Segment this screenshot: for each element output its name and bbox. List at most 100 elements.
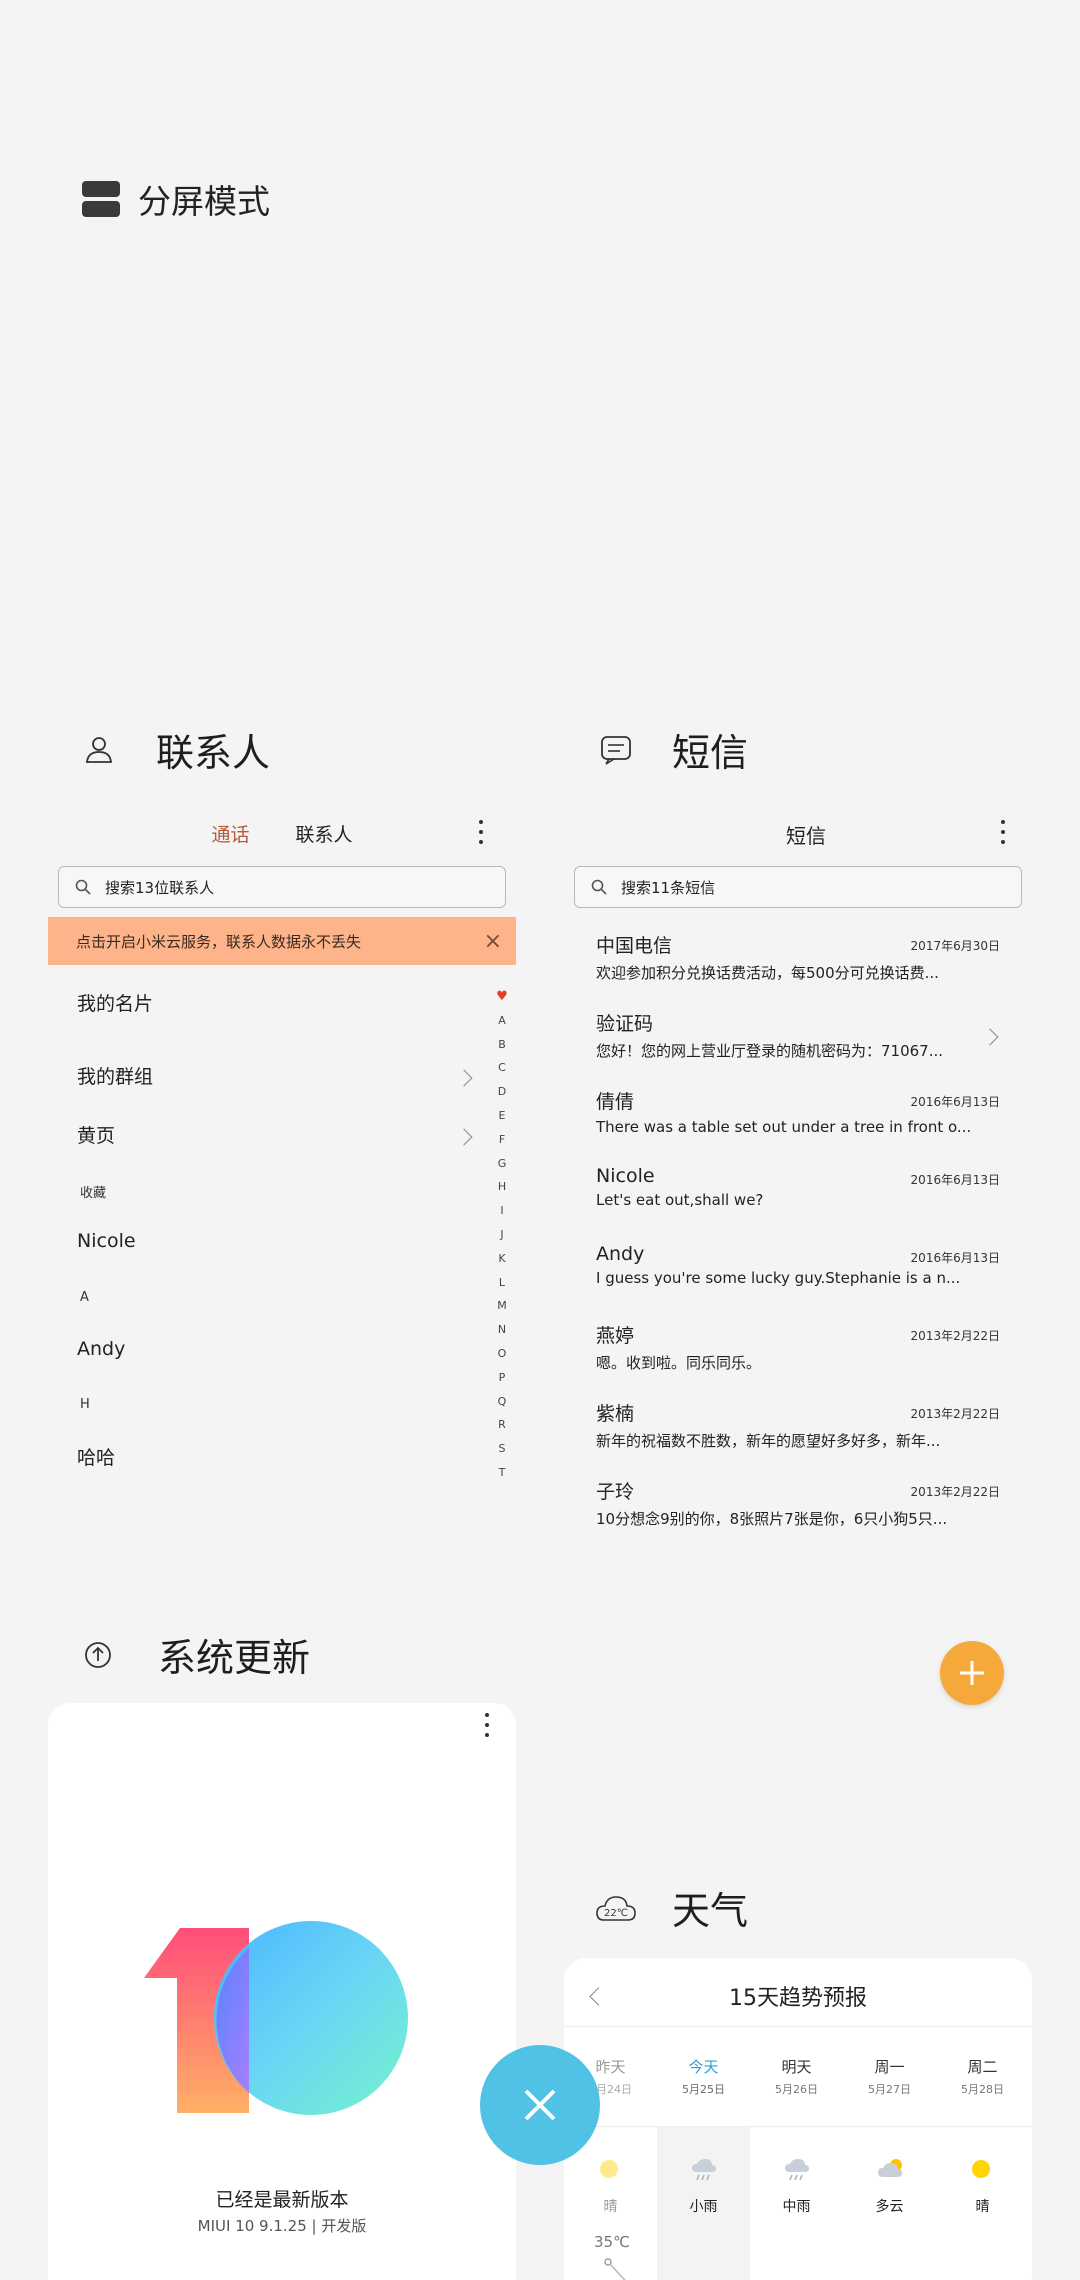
alpha-index-letter[interactable]: J	[492, 1223, 512, 1247]
contacts-more-icon[interactable]	[478, 820, 484, 844]
rain-icon	[691, 2158, 717, 2186]
my-groups-item[interactable]: 我的群组	[77, 1062, 153, 1089]
sms-window: 短信 搜索11条短信 中国电信 2017年6月30日 欢迎参加积分兑换话费活动，每5…	[572, 790, 1040, 1540]
banner-text: 点击开启小米云服务，联系人数据永不丢失	[76, 932, 362, 951]
alpha-index-favorites[interactable]: ♥	[492, 985, 512, 1009]
day-label: 周二	[967, 2058, 998, 2076]
message-preview: 欢迎参加积分兑换话费活动，每500分可兑换话费...	[596, 964, 939, 982]
alpha-index-letter[interactable]: M	[492, 1294, 512, 1318]
contact-item[interactable]: Andy	[77, 1338, 125, 1360]
day-date: 5月26日	[775, 2083, 818, 2096]
alpha-index-letter[interactable]: I	[492, 1199, 512, 1223]
day-date: 5月27日	[868, 2083, 911, 2096]
alpha-index-letter[interactable]: F	[492, 1128, 512, 1152]
forecast-day-header[interactable]: 明天 5月26日	[750, 2056, 843, 2097]
sms-app-title[interactable]: 短信	[600, 722, 748, 777]
message-date: 2013年2月22日	[910, 1485, 1000, 1499]
message-item[interactable]: 倩倩 2016年6月13日 There was a table set out un…	[596, 1087, 1000, 1136]
alpha-index-letter[interactable]: D	[492, 1080, 512, 1104]
message-item[interactable]: 子玲 2013年2月22日 10分想念9别的你，8张照片7张是你，6只小狗5只...	[596, 1477, 1000, 1529]
message-date: 2013年2月22日	[910, 1407, 1000, 1421]
alpha-index-letter[interactable]: L	[492, 1271, 512, 1295]
message-preview: I guess you're some lucky guy.Stephanie …	[596, 1269, 961, 1287]
close-split-button[interactable]	[480, 2045, 600, 2165]
message-item[interactable]: 中国电信 2017年6月30日 欢迎参加积分兑换话费活动，每500分可兑换话费...	[596, 931, 1000, 983]
alpha-index-letter[interactable]: R	[492, 1413, 512, 1437]
alpha-index-letter[interactable]: G	[492, 1152, 512, 1176]
sms-title-label: 短信	[672, 731, 749, 775]
weather-app-title[interactable]: 22℃ 天气	[596, 1880, 748, 1935]
chevron-right-icon	[455, 1069, 473, 1087]
message-date: 2013年2月22日	[910, 1329, 1000, 1343]
message-item[interactable]: 燕婷 2013年2月22日 嗯。收到啦。同乐同乐。	[596, 1321, 1000, 1373]
weather-condition: 中雨	[782, 2199, 811, 2215]
day-date: 5月28日	[961, 2083, 1004, 2096]
contacts-app-title[interactable]: 联系人	[84, 722, 270, 777]
contact-item[interactable]: Nicole	[77, 1230, 136, 1252]
update-title-label: 系统更新	[158, 1636, 311, 1680]
message-item[interactable]: Andy 2016年6月13日 I guess you're some lucky …	[596, 1243, 1000, 1287]
message-item[interactable]: 紫楠 2013年2月22日 新年的祝福数不胜数，新年的愿望好多好多，新年...	[596, 1399, 1000, 1451]
alpha-index-letter[interactable]: B	[492, 1033, 512, 1057]
tab-calls[interactable]: 通话	[211, 824, 249, 846]
yellow-pages-item[interactable]: 黄页	[77, 1121, 115, 1148]
my-card-item[interactable]: 我的名片	[77, 989, 153, 1016]
alpha-index-letter[interactable]: C	[492, 1056, 512, 1080]
alpha-index-letter[interactable]: H	[492, 1175, 512, 1199]
plus-icon	[960, 1661, 984, 1685]
weather-condition: 小雨	[689, 2199, 718, 2215]
chevron-right-icon	[455, 1128, 473, 1146]
alpha-index-letter[interactable]: T	[492, 1461, 512, 1485]
message-item[interactable]: 验证码 您好！您的网上营业厅登录的随机密码为：71067...	[596, 1009, 1000, 1061]
forecast-title: 15天趋势预报	[729, 1986, 867, 2011]
forecast-day-header[interactable]: 周一 5月27日	[843, 2056, 936, 2097]
section-header-a: A	[80, 1290, 89, 1305]
sms-header-title: 短信	[786, 824, 826, 848]
upload-icon	[85, 1641, 111, 1668]
alpha-index-letter[interactable]: P	[492, 1366, 512, 1390]
weather-title-label: 天气	[672, 1889, 749, 1933]
new-message-button[interactable]	[940, 1641, 1004, 1705]
sms-search-input[interactable]: 搜索11条短信	[574, 866, 1022, 908]
alpha-index-letter[interactable]: Q	[492, 1390, 512, 1414]
sms-more-icon[interactable]	[1000, 820, 1006, 844]
cloudy-icon	[877, 2158, 905, 2184]
alpha-index-letter[interactable]: K	[492, 1247, 512, 1271]
cloud-service-banner[interactable]: 点击开启小米云服务，联系人数据永不丢失 ×	[48, 917, 516, 965]
contacts-window: 通话 联系人 搜索13位联系人 点击开启小米云服务，联系人数据永不丢失 × 我的…	[48, 790, 516, 1540]
sun-icon	[970, 2158, 992, 2184]
sun-icon	[598, 2158, 620, 2184]
update-app-title[interactable]: 系统更新	[84, 1627, 310, 1682]
split-screen-header: 分屏模式	[82, 175, 270, 223]
update-status: 已经是最新版本	[215, 2189, 349, 2211]
weather-condition: 晴	[975, 2199, 990, 2215]
message-preview: 嗯。收到啦。同乐同乐。	[596, 1354, 762, 1372]
contact-item[interactable]: 哈哈	[77, 1443, 115, 1470]
weather-cloud-icon: 22℃	[596, 1895, 636, 1921]
weather-condition: 多云	[875, 2199, 904, 2215]
alpha-index-letter[interactable]: O	[492, 1342, 512, 1366]
close-icon[interactable]: ×	[484, 929, 502, 954]
message-preview: 10分想念9别的你，8张照片7张是你，6只小狗5只...	[596, 1510, 948, 1528]
alpha-index-letter[interactable]: E	[492, 1104, 512, 1128]
day-label: 明天	[781, 2058, 812, 2076]
contacts-search-input[interactable]: 搜索13位联系人	[58, 866, 506, 908]
message-item[interactable]: Nicole 2016年6月13日 Let's eat out,shall we?	[596, 1165, 1000, 1209]
forecast-day-header[interactable]: 今天 5月25日	[657, 2056, 750, 2097]
weather-icon-temp: 22℃	[604, 1908, 628, 1919]
alpha-index-letter[interactable]: S	[492, 1437, 512, 1461]
search-icon	[75, 879, 91, 895]
person-icon	[86, 736, 112, 763]
divider	[564, 2026, 1032, 2027]
message-date: 2016年6月13日	[910, 1095, 1000, 1109]
forecast-day-header[interactable]: 周二 5月28日	[936, 2056, 1029, 2097]
contacts-title-label: 联系人	[156, 731, 271, 775]
update-more-icon[interactable]	[484, 1713, 490, 1737]
alpha-index-letter[interactable]: N	[492, 1318, 512, 1342]
tab-contacts[interactable]: 联系人	[296, 824, 353, 846]
search-icon	[591, 879, 607, 895]
alpha-index-letter[interactable]: A	[492, 1009, 512, 1033]
temp-high-label: 35℃	[594, 2233, 630, 2251]
alphabet-index[interactable]: ♥ A B C D E F G H I J K L M N O P Q R S T	[492, 985, 512, 1485]
divider	[564, 2126, 1032, 2127]
